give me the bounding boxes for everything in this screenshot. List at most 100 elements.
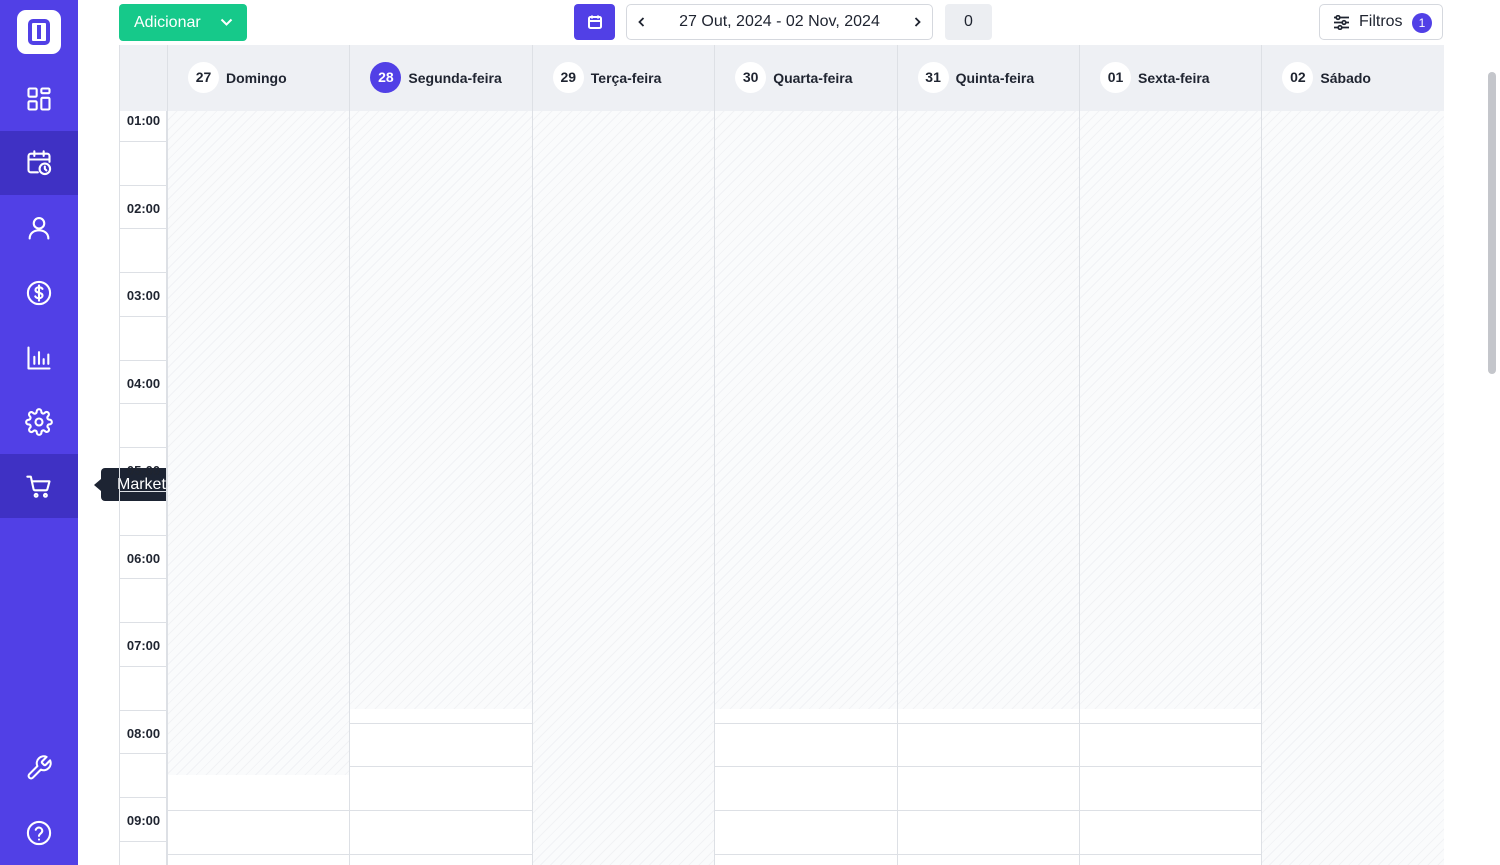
gutter-divider (120, 622, 167, 623)
previous-week-button[interactable] (627, 5, 657, 39)
day-number: 27 (188, 62, 219, 93)
unavailable-area (715, 111, 897, 709)
day-column[interactable] (349, 111, 532, 865)
time-slot-divider (715, 810, 897, 811)
day-header[interactable]: 29 Terça-feira (531, 45, 715, 111)
hour-label: 08:00 (126, 725, 161, 741)
day-number: 30 (735, 62, 767, 93)
unavailable-area (1080, 111, 1262, 709)
event-count: 0 (945, 4, 992, 40)
day-column[interactable] (1079, 111, 1262, 865)
filters-button[interactable]: Filtros 1 (1319, 4, 1443, 40)
time-slot-divider (1080, 722, 1262, 724)
gutter-divider (120, 797, 167, 798)
calendar-picker-button[interactable] (574, 4, 615, 40)
hour-label: 01:00 (126, 113, 161, 128)
filters-count-badge: 1 (1412, 13, 1432, 33)
unavailable-area (168, 111, 350, 775)
time-slot-divider (897, 722, 1079, 724)
day-name: Quinta-feira (955, 70, 1035, 86)
day-column[interactable] (531, 111, 715, 865)
gutter-divider (120, 665, 167, 667)
bar-chart-icon[interactable] (0, 326, 78, 390)
day-number: 29 (552, 62, 584, 93)
gutter-divider (120, 753, 167, 755)
user-icon[interactable] (0, 196, 78, 260)
week-calendar: 01:00 02:00 03:00 04:00 05:00 06:00 07:00 08:00… (119, 45, 1444, 865)
next-week-button[interactable] (902, 5, 932, 39)
gutter-divider (120, 578, 167, 580)
day-column[interactable] (896, 111, 1079, 865)
time-slot-divider (715, 722, 897, 724)
hour-label: 04:00 (126, 375, 161, 391)
time-slot-divider (350, 766, 532, 768)
day-column[interactable] (1261, 111, 1444, 865)
dashboard-icon[interactable] (0, 67, 78, 131)
day-column[interactable] (714, 111, 897, 865)
unavailable-area (350, 111, 532, 709)
day-name: Segunda-feira (408, 70, 502, 86)
day-name: Domingo (226, 70, 287, 86)
app-logo[interactable] (17, 10, 61, 54)
day-name: Terça-feira (590, 70, 662, 86)
sidebar (0, 0, 78, 865)
time-slot-divider (897, 810, 1079, 811)
day-number: 31 (917, 62, 949, 93)
unavailable-area (532, 111, 715, 865)
gutter-divider (120, 403, 167, 405)
hour-label: 05:00 (126, 463, 161, 478)
unavailable-area (897, 111, 1079, 709)
add-button-label: Adicionar (134, 13, 201, 31)
gear-icon[interactable] (0, 390, 78, 454)
time-slot-divider (715, 853, 897, 855)
chevron-right-icon (914, 17, 921, 27)
gutter-divider (120, 184, 167, 186)
gutter-divider (120, 490, 167, 492)
time-slot-divider (1080, 810, 1262, 811)
gutter-divider (120, 447, 167, 448)
time-slot-divider (897, 766, 1079, 768)
day-number: 28 (370, 62, 402, 93)
day-name: Sábado (1320, 70, 1371, 86)
gutter-divider (120, 315, 167, 317)
hour-gutter: 01:00 02:00 03:00 04:00 05:00 06:00 07:00 08:00… (120, 111, 167, 865)
calendar-icon (587, 15, 602, 29)
day-header[interactable]: 30 Quarta-feira (714, 45, 897, 111)
gutter-divider (120, 359, 167, 361)
time-slot-divider (350, 810, 532, 811)
wrench-icon[interactable] (0, 736, 78, 800)
day-header[interactable]: 27 Domingo (167, 45, 350, 111)
time-slot-divider (350, 722, 532, 724)
filters-label: Filtros (1359, 13, 1403, 30)
gutter-divider (120, 228, 167, 230)
time-slot-divider (1080, 766, 1262, 768)
day-header[interactable]: 31 Quinta-feira (896, 45, 1079, 111)
time-slot-divider (168, 853, 350, 855)
calendar-clock-icon[interactable] (0, 131, 78, 195)
add-button[interactable]: Adicionar (119, 4, 247, 41)
chevron-left-icon (638, 17, 645, 27)
time-slot-divider (350, 853, 532, 855)
hour-label: 07:00 (126, 638, 161, 653)
hour-label: 06:00 (126, 550, 161, 566)
cart-icon[interactable] (0, 454, 78, 518)
hour-label: 09:00 (126, 813, 161, 828)
day-header[interactable]: 02 Sábado (1261, 45, 1444, 111)
date-range-navigator: 27 Out, 2024 - 02 Nov, 2024 (626, 4, 933, 40)
day-number: 01 (1100, 62, 1131, 93)
date-range-label: 27 Out, 2024 - 02 Nov, 2024 (679, 13, 880, 30)
gutter-divider (120, 140, 167, 142)
time-slot-divider (897, 853, 1079, 855)
day-column[interactable] (167, 111, 350, 865)
day-header[interactable]: 01 Sexta-feira (1079, 45, 1262, 111)
sliders-icon (1334, 15, 1349, 30)
time-slot-divider (715, 766, 897, 768)
hour-label: 02:00 (126, 200, 161, 216)
help-icon[interactable] (0, 801, 78, 865)
vertical-scrollbar[interactable] (1488, 72, 1496, 374)
chevron-down-icon (220, 18, 233, 26)
gutter-divider (120, 709, 167, 711)
day-name: Sexta-feira (1138, 70, 1210, 86)
dollar-icon[interactable] (0, 261, 78, 325)
day-header[interactable]: 28 Segunda-feira (349, 45, 532, 111)
